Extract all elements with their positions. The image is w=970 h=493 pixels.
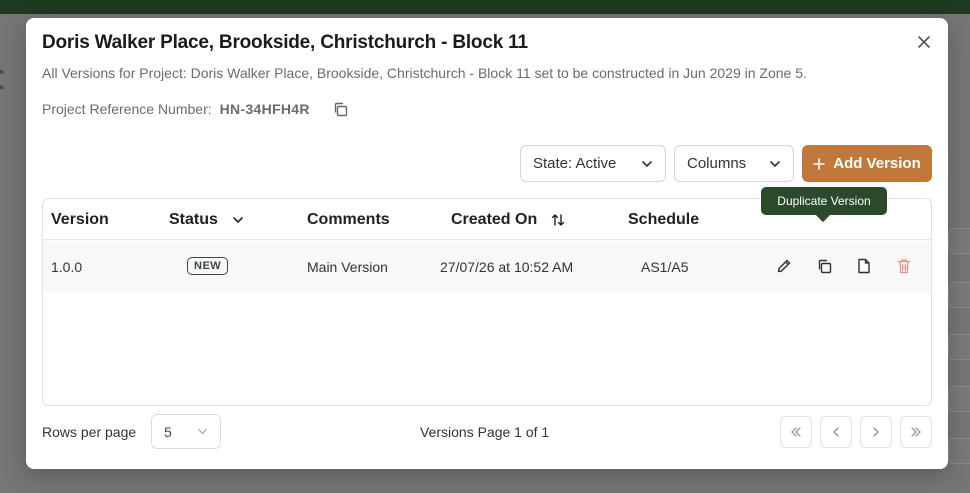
cell-schedule: AS1/A5: [641, 259, 689, 275]
cell-comments: Main Version: [307, 259, 388, 275]
add-version-button[interactable]: Add Version: [802, 145, 932, 182]
first-page-icon: [791, 427, 801, 437]
rows-per-page-select[interactable]: 5: [151, 414, 221, 449]
close-icon: [918, 36, 930, 48]
table-row[interactable]: 1.0.0 NEW Main Version 27/07/26 at 10:52…: [43, 241, 931, 291]
columns-label: Columns: [687, 155, 747, 172]
background-button: [948, 228, 970, 254]
state-filter-label: State: Active: [533, 155, 617, 172]
close-button[interactable]: [914, 32, 934, 52]
edit-button[interactable]: [775, 257, 793, 275]
versions-modal: Doris Walker Place, Brookside, Christchu…: [26, 18, 948, 469]
background-button: [948, 282, 970, 308]
view-document-button[interactable]: [855, 257, 873, 275]
header-status-label: Status: [169, 211, 218, 228]
pencil-icon: [777, 259, 791, 273]
prev-page-button[interactable]: [820, 416, 852, 448]
add-version-label: Add Version: [833, 155, 921, 172]
next-page-icon: [873, 427, 879, 437]
duplicate-button[interactable]: [815, 257, 833, 275]
pagination: [780, 416, 932, 448]
next-page-button[interactable]: [860, 416, 892, 448]
background-title-fragment: t: [0, 56, 5, 98]
prev-page-icon: [833, 427, 839, 437]
chevron-down-icon: [642, 160, 652, 167]
chevron-down-icon: [770, 160, 780, 167]
trash-icon: [897, 259, 911, 274]
project-reference: Project Reference Number: HN-34HFH4R: [42, 100, 350, 118]
last-page-button[interactable]: [900, 416, 932, 448]
background-topbar: [0, 0, 970, 14]
first-page-button[interactable]: [780, 416, 812, 448]
background-button: [948, 438, 970, 464]
copy-icon: [335, 102, 348, 116]
plus-icon: [813, 157, 826, 170]
modal-title: Doris Walker Place, Brookside, Christchu…: [42, 32, 528, 53]
rows-per-page-label: Rows per page: [42, 424, 137, 440]
header-created-on[interactable]: Created On: [451, 211, 565, 229]
header-version[interactable]: Version: [51, 211, 109, 229]
versions-table: Version Status Comments Created On Sched…: [42, 187, 932, 406]
modal-subtitle: All Versions for Project: Doris Walker P…: [42, 65, 807, 81]
rows-per-page-value: 5: [164, 423, 172, 440]
header-created-on-label: Created On: [451, 211, 538, 228]
chevron-down-icon: [198, 428, 207, 435]
page-info: Versions Page 1 of 1: [420, 424, 550, 440]
reference-value: HN-34HFH4R: [219, 101, 310, 117]
duplicate-tooltip: Duplicate Version: [761, 187, 887, 215]
status-badge: NEW: [187, 257, 229, 275]
background-button: [948, 334, 970, 360]
header-status[interactable]: Status: [169, 211, 244, 229]
copy-icon: [818, 259, 831, 273]
reference-label: Project Reference Number:: [42, 101, 212, 117]
document-icon: [858, 258, 870, 274]
cell-version: 1.0.0: [51, 259, 83, 275]
delete-button[interactable]: [895, 257, 913, 275]
sort-icon: [552, 214, 565, 226]
header-schedule-label: Schedule: [628, 211, 700, 228]
header-version-label: Version: [51, 211, 109, 228]
background-button: [948, 386, 970, 412]
last-page-icon: [911, 427, 921, 437]
columns-dropdown[interactable]: Columns: [674, 145, 794, 182]
state-filter-dropdown[interactable]: State: Active: [520, 145, 666, 182]
header-comments-label: Comments: [307, 211, 390, 228]
header-schedule[interactable]: Schedule: [628, 211, 699, 229]
header-comments[interactable]: Comments: [307, 211, 390, 229]
copy-reference-button[interactable]: [332, 100, 350, 118]
chevron-down-icon: [233, 217, 243, 224]
cell-created-on: 27/07/26 at 10:52 AM: [440, 259, 574, 275]
toolbar: State: Active Columns Add Version: [520, 145, 932, 182]
